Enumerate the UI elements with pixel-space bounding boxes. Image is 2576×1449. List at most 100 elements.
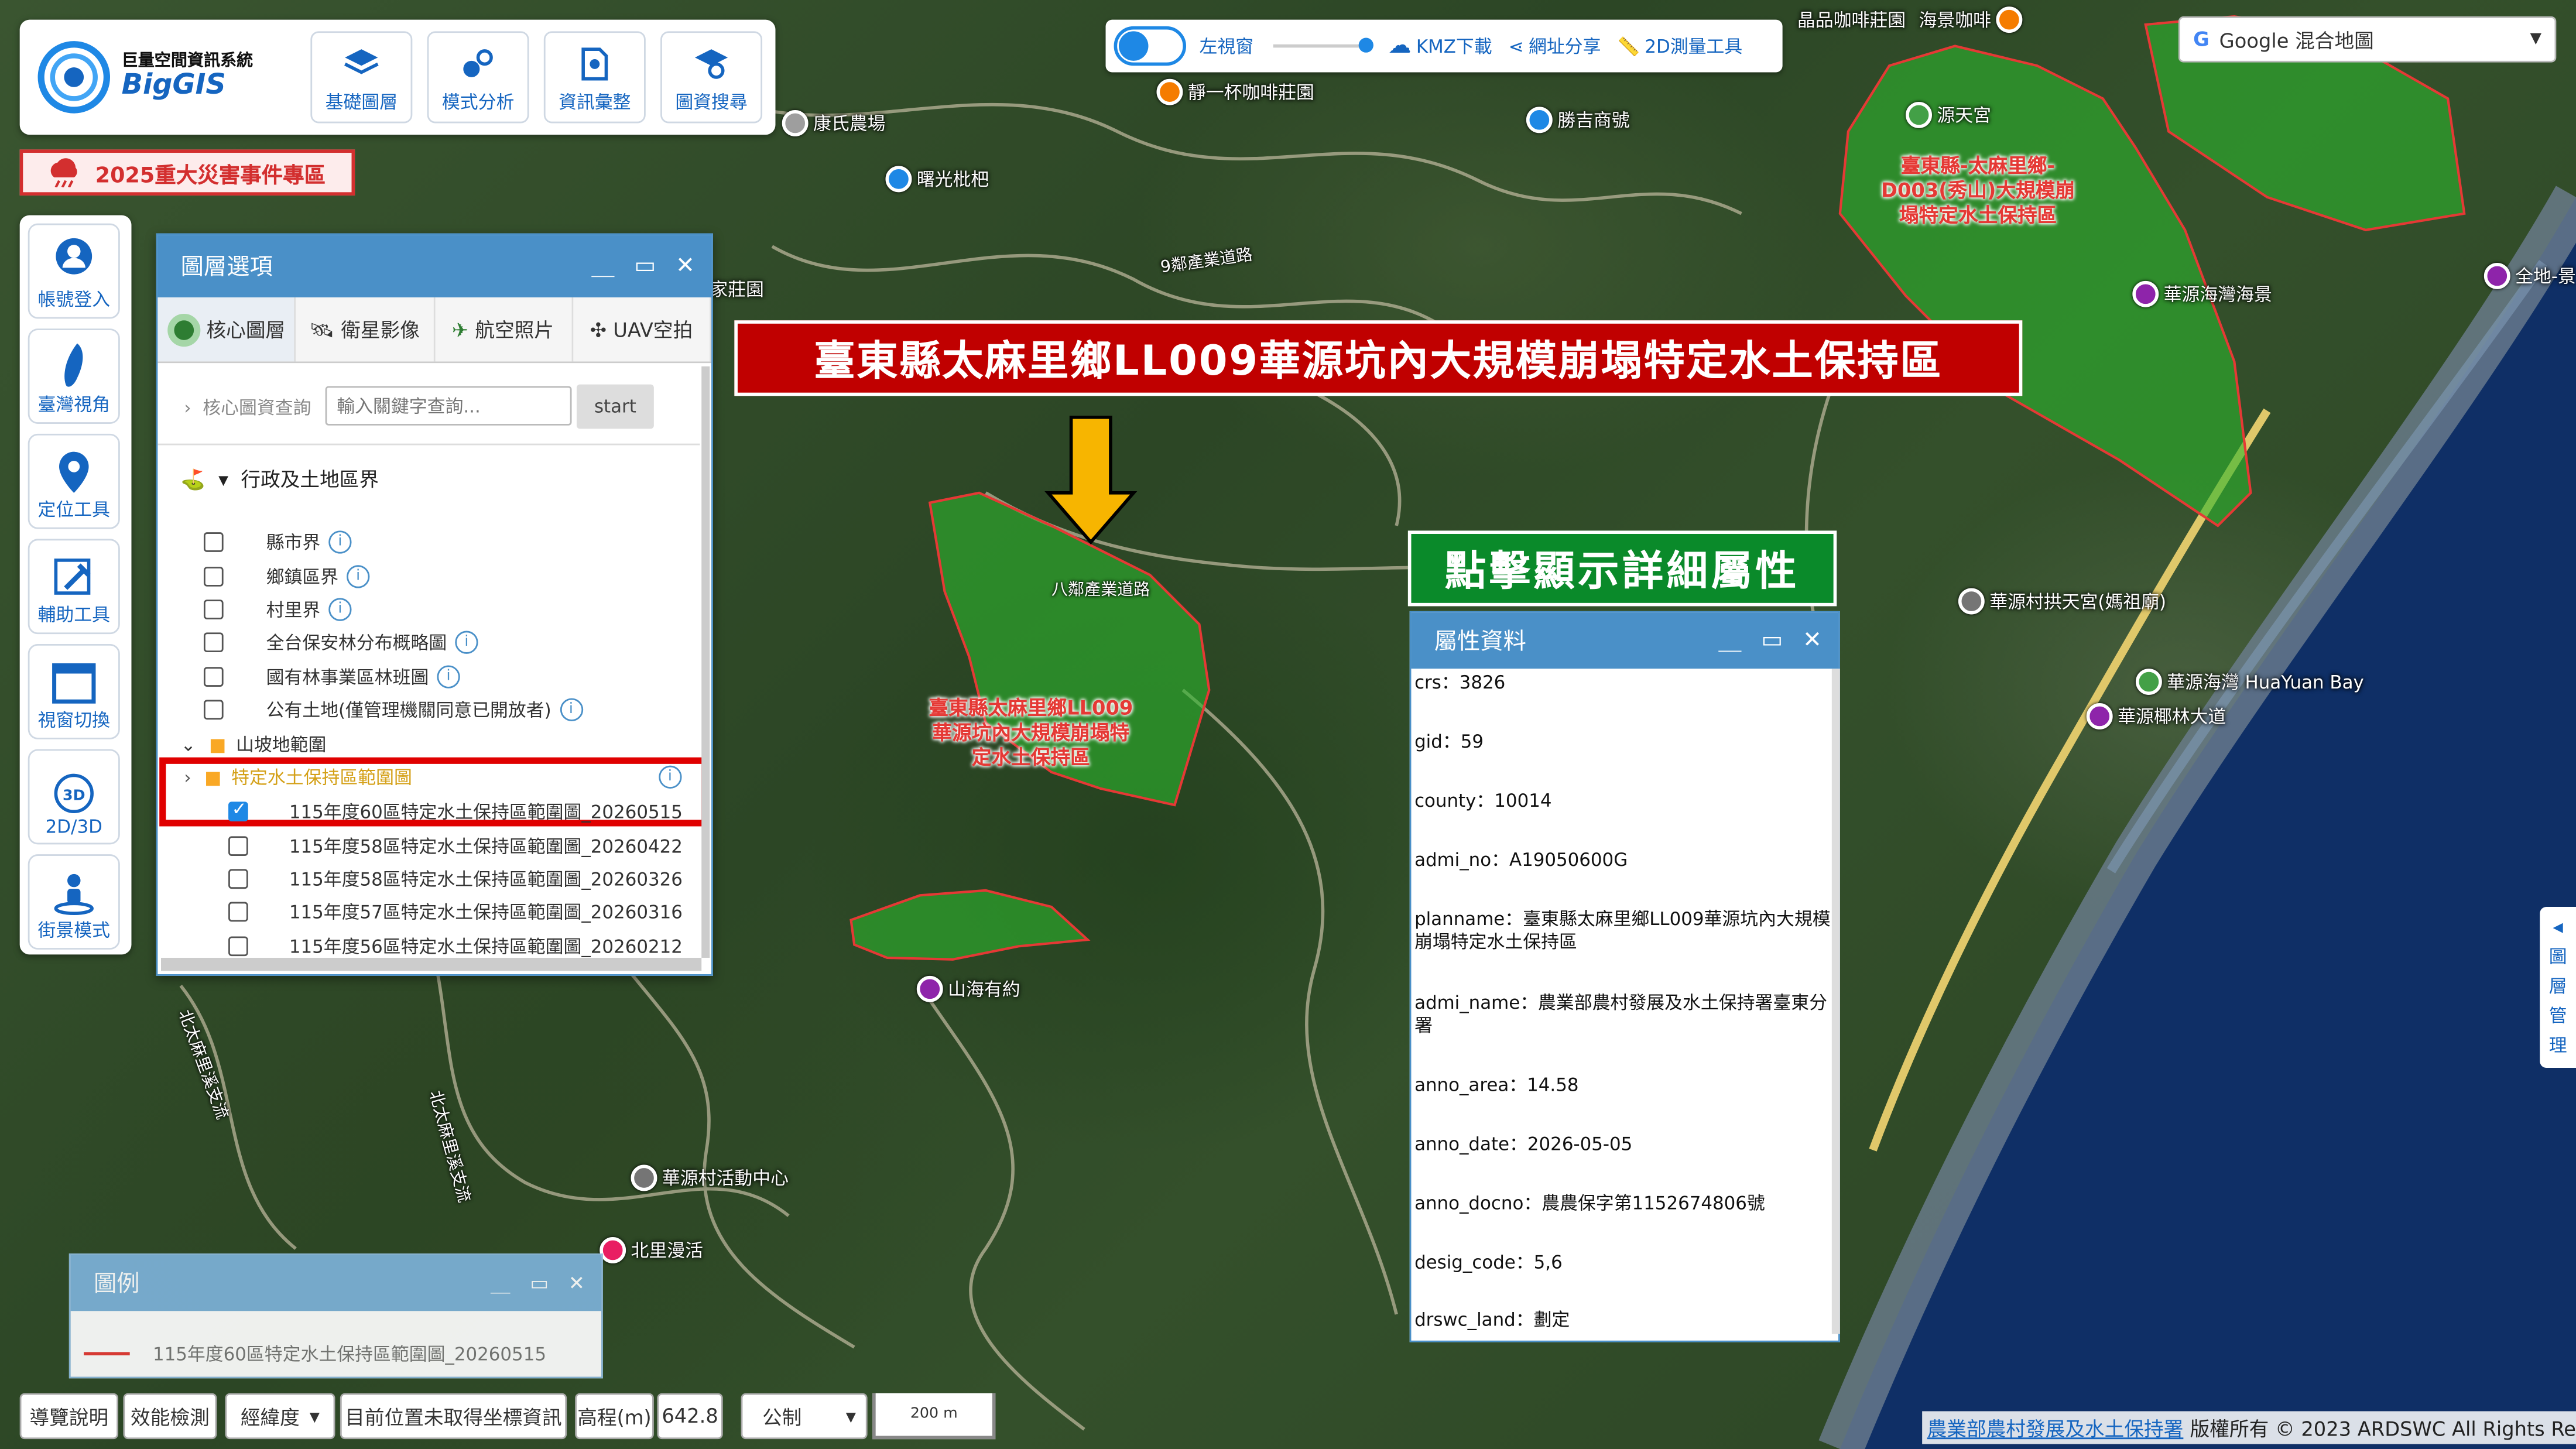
info-icon[interactable]: i [328, 530, 352, 554]
sublayer-item[interactable]: 115年度58區特定水土保持區範圍圖_20260422 [228, 833, 683, 859]
aux-tool-button[interactable]: 輔助工具 [28, 539, 120, 635]
maximize-icon[interactable]: ▭ [1761, 628, 1783, 654]
window-icon [52, 663, 96, 704]
poi[interactable]: 康氏農場 [782, 110, 885, 136]
layer-checkbox[interactable] [203, 532, 224, 552]
coord-type-select[interactable]: 經緯度 ▼ [225, 1393, 335, 1440]
layer-checkbox[interactable] [203, 567, 224, 587]
query-input[interactable] [325, 386, 572, 426]
disaster-zone-button[interactable]: 2025重大災害事件專區 [19, 149, 355, 196]
legend-panel: 圖例 ＿ ▭ ✕ 115年度60區特定水土保持區範圍圖_20260515 [68, 1253, 603, 1379]
locate-tool-button[interactable]: 定位工具 [28, 433, 120, 529]
share-url-button[interactable]: ⋖ 網址分享 [1509, 33, 1601, 59]
poi[interactable]: 華源村活動中心 [631, 1164, 789, 1191]
close-icon[interactable]: ✕ [568, 1272, 585, 1294]
sublayer-checkbox[interactable] [228, 799, 248, 822]
camera-icon [2483, 262, 2510, 289]
minimize-icon[interactable]: ＿ [591, 250, 614, 283]
maximize-icon[interactable]: ▭ [530, 1272, 549, 1294]
layer-manager-tab[interactable]: ◀ 圖 層 管 理 [2540, 906, 2576, 1068]
maximize-icon[interactable]: ▭ [634, 253, 656, 279]
agency-link[interactable]: 農業部農村發展及水土保持署 [1927, 1414, 2184, 1442]
attribute-panel-title: 屬性資料 [1434, 629, 1526, 656]
poi[interactable]: 勝吉商號 [1526, 107, 1630, 133]
layer-item[interactable]: 公有土地(僅管理機關同意已開放者) i [203, 697, 583, 723]
base-layer-button[interactable]: 基礎圖層 [310, 31, 413, 124]
poi[interactable]: 源天宮 [1906, 101, 1991, 128]
folder-icon: ■ [204, 766, 222, 788]
info-icon[interactable]: i [437, 665, 460, 688]
poi[interactable]: 華源海灣海景 [2132, 280, 2272, 307]
measure-tool-button[interactable]: 📏 2D測量工具 [1618, 33, 1743, 59]
poi[interactable]: 曙光枇杷 [885, 166, 989, 193]
performance-button[interactable]: 效能檢測 [123, 1393, 217, 1440]
dimension-toggle-button[interactable]: 3D 2D/3D [28, 749, 120, 845]
query-start-button[interactable]: start [576, 384, 654, 429]
layer-scrollbar[interactable] [701, 366, 710, 958]
taiwan-view-button[interactable]: 臺灣視角 [28, 328, 120, 424]
kmz-download-button[interactable]: ☁ KMZ下載 [1388, 33, 1492, 59]
close-icon[interactable]: ✕ [1803, 628, 1822, 654]
tab-aerial[interactable]: ✈ 航空照片 [434, 297, 573, 362]
layer-checkbox[interactable] [203, 600, 224, 619]
unit-select[interactable]: 公制 ▼ [741, 1393, 868, 1440]
poi[interactable]: 華源村拱天宮(媽祖廟) [1958, 588, 2166, 615]
layer-checkbox[interactable] [203, 632, 224, 653]
info-summary-button[interactable]: 資訊彙整 [543, 31, 646, 124]
poi[interactable]: 華源海灣 HuaYuan Bay [2135, 669, 2364, 695]
login-button[interactable]: 帳號登入 [28, 223, 120, 319]
info-icon[interactable]: i [559, 698, 583, 721]
folder-slopeland[interactable]: ⌄ ■ 山坡地範圍 [181, 731, 327, 758]
attribute-scrollbar[interactable] [1831, 669, 1840, 1334]
sublayer-item[interactable]: 115年度57區特定水土保持區範圍圖_20260316 [228, 899, 683, 925]
close-icon[interactable]: ✕ [676, 253, 695, 279]
sublayer-checkbox[interactable] [228, 936, 248, 957]
layer-checkbox[interactable] [203, 667, 224, 687]
street-view-button[interactable]: 街景模式 [28, 854, 120, 950]
info-icon[interactable]: i [347, 565, 370, 588]
sublayer-item[interactable]: 115年度60區特定水土保持區範圍圖_20260515 [228, 799, 683, 825]
layer-item[interactable]: 縣市界 i [203, 529, 352, 556]
model-analysis-button[interactable]: 模式分析 [427, 31, 529, 124]
sublayer-item[interactable]: 115年度56區特定水土保持區範圍圖_20260212 [228, 933, 683, 960]
poi[interactable]: 海景咖啡 [1919, 6, 2023, 33]
tab-uav[interactable]: ✣ UAV空拍 [573, 297, 712, 362]
poi[interactable]: 華源椰林大道 [2086, 703, 2226, 729]
legend-header[interactable]: 圖例 ＿ ▭ ✕ [70, 1255, 602, 1311]
app-logo[interactable]: 巨量空間資訊系統 BigGIS [33, 30, 296, 125]
attribute-panel-header[interactable]: 屬性資料 ＿ ▭ ✕ [1411, 612, 1839, 669]
folder-special-zone[interactable]: › ■ 特定水土保持區範圍圖 i [184, 764, 682, 790]
poi[interactable]: 家莊園 [710, 276, 764, 302]
window-switch-button[interactable]: 視窗切換 [28, 643, 120, 739]
layer-panel-header[interactable]: 圖層選項 ＿ ▭ ✕ [157, 235, 712, 297]
poi[interactable]: 全地-景 [2483, 262, 2576, 289]
layer-item[interactable]: 國有林事業區林班圖 i [203, 664, 460, 690]
poi[interactable]: 山海有約 [916, 975, 1020, 1002]
tab-core-layers[interactable]: 核心圖層 [157, 297, 296, 362]
sublayer-checkbox[interactable] [228, 836, 248, 856]
sublayer-item[interactable]: 115年度58區特定水土保持區範圍圖_20260326 [228, 866, 683, 892]
layer-item[interactable]: 鄉鎮區界 i [203, 563, 370, 590]
layer-hscrollbar[interactable] [160, 957, 702, 971]
basemap-select[interactable]: G Google 混合地圖 ▼ [2178, 16, 2557, 63]
minimize-icon[interactable]: ＿ [491, 1269, 511, 1297]
minimize-icon[interactable]: ＿ [1718, 624, 1741, 657]
info-icon[interactable]: i [455, 631, 478, 654]
group-admin-boundary[interactable]: ⛳ ▾ 行政及土地區界 [181, 465, 379, 493]
split-view-toggle[interactable] [1114, 26, 1187, 66]
poi[interactable]: 靜一杯咖啡莊園 [1156, 78, 1314, 105]
sublayer-checkbox[interactable] [228, 869, 248, 889]
data-search-button[interactable]: 圖資搜尋 [660, 31, 763, 124]
sublayer-checkbox[interactable] [228, 902, 248, 922]
tab-satellite[interactable]: 🛰 衛星影像 [296, 297, 435, 362]
info-icon[interactable]: i [658, 765, 682, 789]
opacity-slider[interactable] [1273, 37, 1373, 53]
info-icon[interactable]: i [328, 598, 352, 621]
temple-icon [1906, 101, 1932, 128]
poi[interactable]: 北里漫活 [600, 1237, 703, 1263]
layer-item[interactable]: 村里界 i [203, 597, 352, 623]
poi[interactable]: 晶品咖啡莊園 [1797, 6, 1906, 33]
layer-item[interactable]: 全台保安林分布概略圖 i [203, 629, 478, 656]
layer-checkbox[interactable] [203, 700, 224, 720]
guide-button[interactable]: 導覽說明 [19, 1393, 119, 1440]
